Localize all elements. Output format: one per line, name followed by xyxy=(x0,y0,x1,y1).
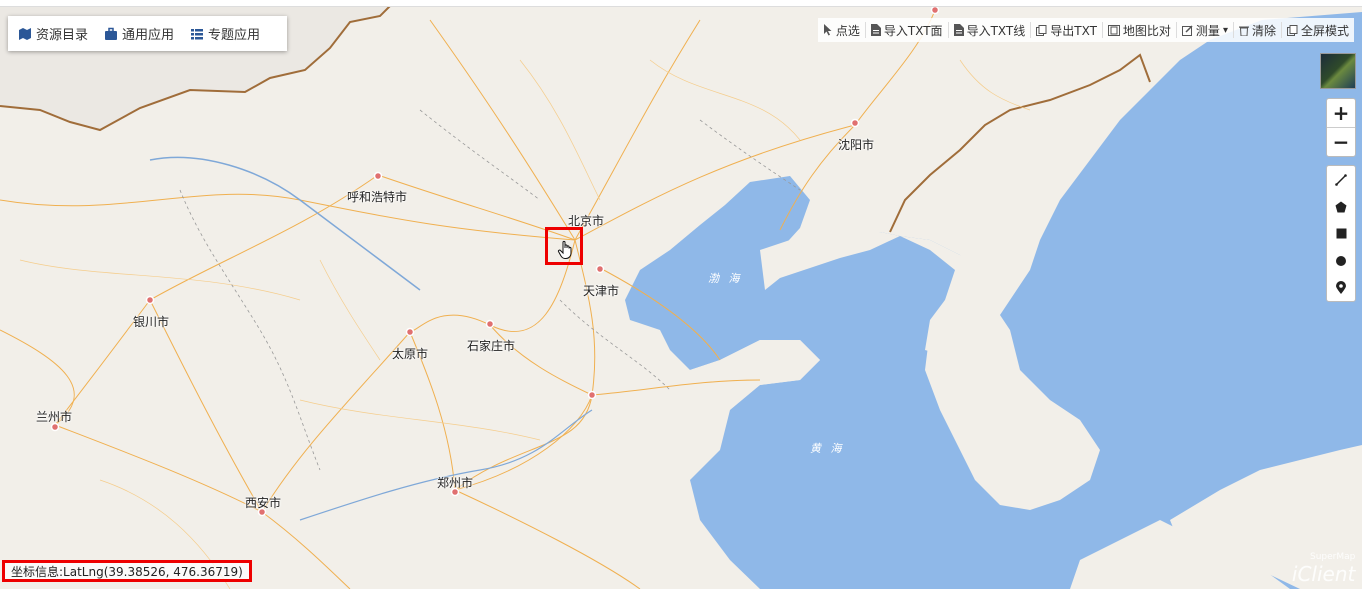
marker-draw-icon[interactable] xyxy=(1327,274,1355,301)
resource-menu-panel: 资源目录 通用应用 专题应用 xyxy=(8,16,287,51)
menu-general-apps[interactable]: 通用应用 xyxy=(104,24,174,43)
coordinate-info: 坐标信息:LatLng(39.38526, 476.36719) xyxy=(2,560,252,582)
city-label-lanzhou: 兰州市 xyxy=(36,410,73,424)
menu-resource-catalog-label: 资源目录 xyxy=(36,28,89,43)
city-label-yinchuan: 银川市 xyxy=(133,315,170,329)
tool-export-txt[interactable]: 导出TXT xyxy=(1030,22,1102,38)
tool-import-txt-polygon[interactable]: 导入TXT面 xyxy=(864,22,948,38)
tool-export-txt-label: 导出TXT xyxy=(1050,23,1097,38)
hand-cursor-icon xyxy=(557,240,572,259)
tool-measure-label: 测量 xyxy=(1195,23,1220,38)
city-label-shijiazhuang: 石家庄市 xyxy=(467,339,516,353)
map-icon xyxy=(19,27,31,40)
copy-icon xyxy=(1286,24,1298,36)
rectangle-draw-icon[interactable] xyxy=(1327,220,1355,247)
chevron-down-icon: ▾ xyxy=(1222,24,1228,36)
tool-map-compare-label: 地图比对 xyxy=(1122,23,1171,38)
tool-import-txt-line[interactable]: 导入TXT线 xyxy=(947,22,1031,38)
city-label-zhengzhou: 郑州市 xyxy=(437,476,474,490)
copy-icon xyxy=(1036,24,1047,36)
line-draw-icon[interactable] xyxy=(1327,166,1355,193)
zoom-out-button[interactable]: − xyxy=(1327,127,1355,156)
briefcase-icon xyxy=(105,27,118,40)
list-icon xyxy=(191,28,204,39)
sea-label-bohai: 渤 海 xyxy=(708,272,743,285)
tool-fullscreen-label: 全屏模式 xyxy=(1300,23,1349,38)
logo-line2: iClient xyxy=(1291,562,1356,586)
zoom-control: + − xyxy=(1326,98,1356,157)
map-canvas[interactable] xyxy=(0,0,1362,589)
file-icon xyxy=(870,24,881,36)
menu-thematic-apps[interactable]: 专题应用 xyxy=(190,24,260,43)
zoom-in-button[interactable]: + xyxy=(1327,99,1355,127)
supermap-logo: SuperMap iClient xyxy=(1274,552,1355,586)
tool-point-select[interactable]: 点选 xyxy=(818,22,865,38)
edit-icon xyxy=(1181,24,1193,36)
tool-map-compare[interactable]: 地图比对 xyxy=(1101,22,1176,38)
menu-thematic-apps-label: 专题应用 xyxy=(208,28,261,43)
tool-import-txt-polygon-label: 导入TXT面 xyxy=(883,23,943,38)
trash-icon xyxy=(1238,26,1249,36)
tool-fullscreen[interactable]: 全屏模式 xyxy=(1280,22,1354,38)
map-toolbar: 点选 导入TXT面 导入TXT线 导出TXT 地图比对 测量 ▾ 清除 全屏模式 xyxy=(817,18,1354,42)
tool-import-txt-line-label: 导入TXT线 xyxy=(966,23,1026,38)
basemap-switch-thumbnail[interactable] xyxy=(1320,53,1356,89)
film-icon xyxy=(1107,24,1120,36)
city-label-shenyang: 沈阳市 xyxy=(838,138,875,152)
menu-resource-catalog[interactable]: 资源目录 xyxy=(18,24,88,43)
pointer-icon xyxy=(823,24,832,36)
tool-point-select-label: 点选 xyxy=(835,23,860,38)
tool-clear-label: 清除 xyxy=(1251,23,1276,38)
city-label-xian: 西安市 xyxy=(245,496,282,510)
city-label-hohhot: 呼和浩特市 xyxy=(347,190,408,204)
menu-general-apps-label: 通用应用 xyxy=(122,28,175,43)
file-icon xyxy=(953,24,964,36)
logo-line1: SuperMap xyxy=(1310,552,1356,562)
draw-toolbar xyxy=(1326,165,1356,302)
sea-label-huanghai: 黄 海 xyxy=(810,442,845,455)
city-label-tianjin: 天津市 xyxy=(583,284,620,298)
circle-draw-icon[interactable] xyxy=(1327,247,1355,274)
city-label-taiyuan: 太原市 xyxy=(392,347,429,361)
tool-measure[interactable]: 测量 ▾ xyxy=(1175,22,1233,38)
top-border xyxy=(0,0,1362,7)
polygon-draw-icon[interactable] xyxy=(1327,193,1355,220)
tool-clear[interactable]: 清除 xyxy=(1232,22,1281,38)
